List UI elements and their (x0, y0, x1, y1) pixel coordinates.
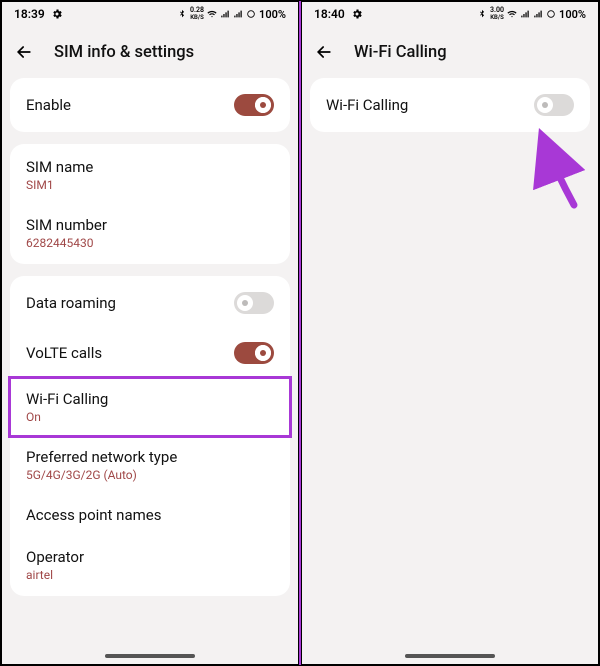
gear-icon (351, 8, 363, 20)
gesture-bar[interactable] (405, 654, 495, 658)
enable-row[interactable]: Enable (10, 80, 290, 130)
wifi-icon (507, 9, 517, 19)
preferred-network-value: 5G/4G/3G/2G (Auto) (26, 468, 137, 482)
operator-label: Operator (26, 548, 84, 566)
data-roaming-label: Data roaming (26, 294, 116, 312)
data-roaming-row[interactable]: Data roaming (10, 278, 290, 328)
page-header: Wi-Fi Calling (302, 26, 598, 78)
volte-row[interactable]: VoLTE calls (10, 328, 290, 378)
wifi-calling-value: On (26, 410, 41, 424)
network-card: Data roaming VoLTE calls Wi-Fi Calling O… (10, 276, 290, 596)
wifi-calling-card: Wi-Fi Calling (310, 78, 590, 132)
phone-left: 18:39 0.28KB/S 100% SIM info & settings … (1, 1, 299, 665)
sim-number-label: SIM number (26, 216, 107, 234)
back-button[interactable] (12, 40, 36, 64)
sim-number-row[interactable]: SIM number 6282445430 (10, 204, 290, 262)
apn-row[interactable]: Access point names (10, 494, 290, 536)
phone-right: 18:40 3.00KB/S 100% Wi-Fi Calling Wi-Fi … (301, 1, 599, 665)
sim-name-value: SIM1 (26, 178, 54, 192)
signal-icon-2 (533, 9, 543, 19)
battery-outline-icon (546, 9, 556, 19)
operator-row[interactable]: Operator airtel (10, 536, 290, 594)
sim-name-row[interactable]: SIM name SIM1 (10, 146, 290, 204)
wifi-calling-label: Wi-Fi Calling (326, 96, 408, 114)
arrow-left-icon (314, 42, 334, 62)
network-speed: 3.00KB/S (490, 7, 504, 21)
gear-icon (51, 8, 63, 20)
enable-toggle[interactable] (234, 94, 274, 116)
battery-percent: 100% (559, 8, 586, 21)
settings-content: Wi-Fi Calling (302, 78, 598, 664)
gesture-bar[interactable] (105, 654, 195, 658)
wifi-calling-label: Wi-Fi Calling (26, 390, 108, 408)
preferred-network-row[interactable]: Preferred network type 5G/4G/3G/2G (Auto… (10, 436, 290, 494)
battery-percent: 100% (259, 8, 286, 21)
status-bar: 18:40 3.00KB/S 100% (302, 2, 598, 26)
bluetooth-icon (177, 9, 187, 19)
network-speed: 0.28KB/S (190, 7, 204, 21)
sim-number-value: 6282445430 (26, 236, 93, 250)
settings-content: Enable SIM name SIM1 SIM number 62824454… (2, 78, 298, 664)
data-roaming-toggle[interactable] (234, 292, 274, 314)
volte-label: VoLTE calls (26, 344, 102, 362)
clock: 18:39 (14, 7, 45, 21)
page-title: Wi-Fi Calling (354, 43, 447, 62)
wifi-calling-toggle[interactable] (534, 94, 574, 116)
enable-label: Enable (26, 96, 71, 114)
back-button[interactable] (312, 40, 336, 64)
bluetooth-icon (477, 9, 487, 19)
signal-icon-2 (233, 9, 243, 19)
preferred-network-label: Preferred network type (26, 448, 177, 466)
wifi-calling-row[interactable]: Wi-Fi Calling (310, 80, 590, 130)
operator-value: airtel (26, 568, 53, 582)
sim-name-label: SIM name (26, 158, 93, 176)
enable-card: Enable (10, 78, 290, 132)
status-bar: 18:39 0.28KB/S 100% (2, 2, 298, 26)
page-header: SIM info & settings (2, 26, 298, 78)
clock: 18:40 (314, 7, 345, 21)
wifi-icon (207, 9, 217, 19)
battery-outline-icon (246, 9, 256, 19)
signal-icon (220, 9, 230, 19)
apn-label: Access point names (26, 506, 161, 524)
signal-icon (520, 9, 530, 19)
volte-toggle[interactable] (234, 342, 274, 364)
arrow-left-icon (14, 42, 34, 62)
sim-card: SIM name SIM1 SIM number 6282445430 (10, 144, 290, 264)
page-title: SIM info & settings (54, 43, 194, 62)
wifi-calling-row[interactable]: Wi-Fi Calling On (10, 378, 290, 436)
